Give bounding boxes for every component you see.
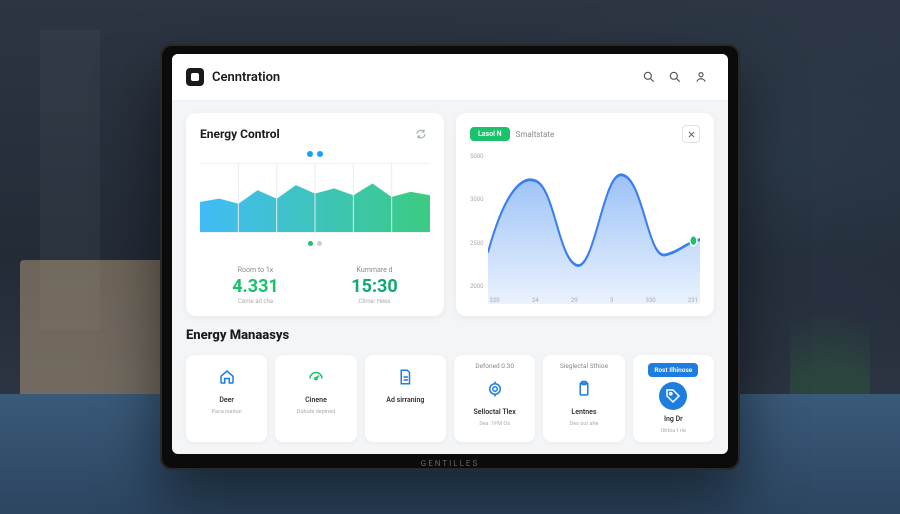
tile-4-sub: Des out ahe [569,421,598,427]
tile-3-head: Defoned 0.30 [475,363,514,370]
app-header: Cenntration [172,54,728,101]
search-icon[interactable] [636,64,662,90]
tile-target[interactable]: Defoned 0.30 Selloctal Tlex Sea: 1FM Os [454,355,535,442]
feature-tiles-row: Deer Paca inaiton Cinene Dobute depined … [186,355,714,442]
usage-chart-panel: Lasol N Smaltstate 5000 3000 2500 2000 [456,113,714,316]
main-content: Energy Control [172,101,728,454]
metric-time: Kummare d 15:30 Clime: Hees [319,260,430,311]
gauge-icon [302,363,330,391]
target-icon [481,375,509,403]
usage-line-chart: 5000 3000 2500 2000 [470,149,700,304]
metric-a-value: 4.331 [204,276,307,297]
tile-0-label: Deer [219,396,234,404]
x-axis-ticks: 320 24 29 3 330 231 [488,297,701,304]
document-icon [391,363,419,391]
tile-2-label: Ad sirraning [386,396,424,404]
tile-4-label: Lentnes [571,408,596,416]
top-panels-row: Energy Control [186,113,714,316]
tile-4-head: Sieglectal Sthioe [560,363,608,370]
metric-b-sub: Clime: Hees [323,298,426,305]
tile-1-label: Cinene [305,396,327,404]
tile-3-sub: Sea: 1FM Os [479,421,510,427]
energy-area-chart [200,163,430,233]
app-screen: Cenntration Energy Control [172,54,728,454]
tile-5-sub: Ubtoa t rie [661,428,686,434]
clipboard-icon [570,375,598,403]
user-icon[interactable] [688,64,714,90]
refresh-icon[interactable] [412,125,430,143]
carousel-dots[interactable] [200,241,430,246]
usage-filter-badge[interactable]: Lasol N [470,127,510,141]
y-axis-ticks: 5000 3000 2500 2000 [470,149,488,304]
tile-5-badge: Rost Ilhinose [648,363,698,377]
home-icon [213,363,241,391]
tag-icon [659,382,687,410]
tile-home[interactable]: Deer Paca inaiton [186,355,267,442]
tile-clipboard[interactable]: Sieglectal Sthioe Lentnes Des out ahe [543,355,624,442]
tile-3-label: Selloctal Tlex [474,408,516,416]
tile-5-label: Ing Dr [664,415,683,423]
monitor-frame: Cenntration Energy Control [160,44,740,470]
usage-mode-label: Smaltstate [516,130,555,139]
indicator-dots [200,151,430,157]
zoom-icon[interactable] [662,64,688,90]
metric-b-label: Kummare d [323,266,426,274]
app-title: Cenntration [212,70,280,85]
tile-report[interactable]: Ad sirraning [365,355,446,442]
tile-gauge[interactable]: Cinene Dobute depined [275,355,356,442]
close-icon[interactable] [682,125,700,143]
metric-a-sub: Come ad cha [204,298,307,305]
energy-panel-title: Energy Control [200,127,280,141]
metric-consumption: Room to 1x 4.331 Come ad cha [200,260,311,311]
energy-section-title: Energy Manaasys [186,328,714,343]
app-logo-icon [186,68,204,86]
metric-a-label: Room to 1x [204,266,307,274]
energy-control-panel: Energy Control [186,113,444,316]
tile-1-sub: Dobute depined [297,409,335,415]
tile-0-sub: Paca inaiton [212,409,242,415]
tile-tag[interactable]: Rost Ilhinose Ing Dr Ubtoa t rie [633,355,714,442]
energy-metrics: Room to 1x 4.331 Come ad cha Kummare d 1… [200,260,430,311]
metric-b-value: 15:30 [323,276,426,297]
